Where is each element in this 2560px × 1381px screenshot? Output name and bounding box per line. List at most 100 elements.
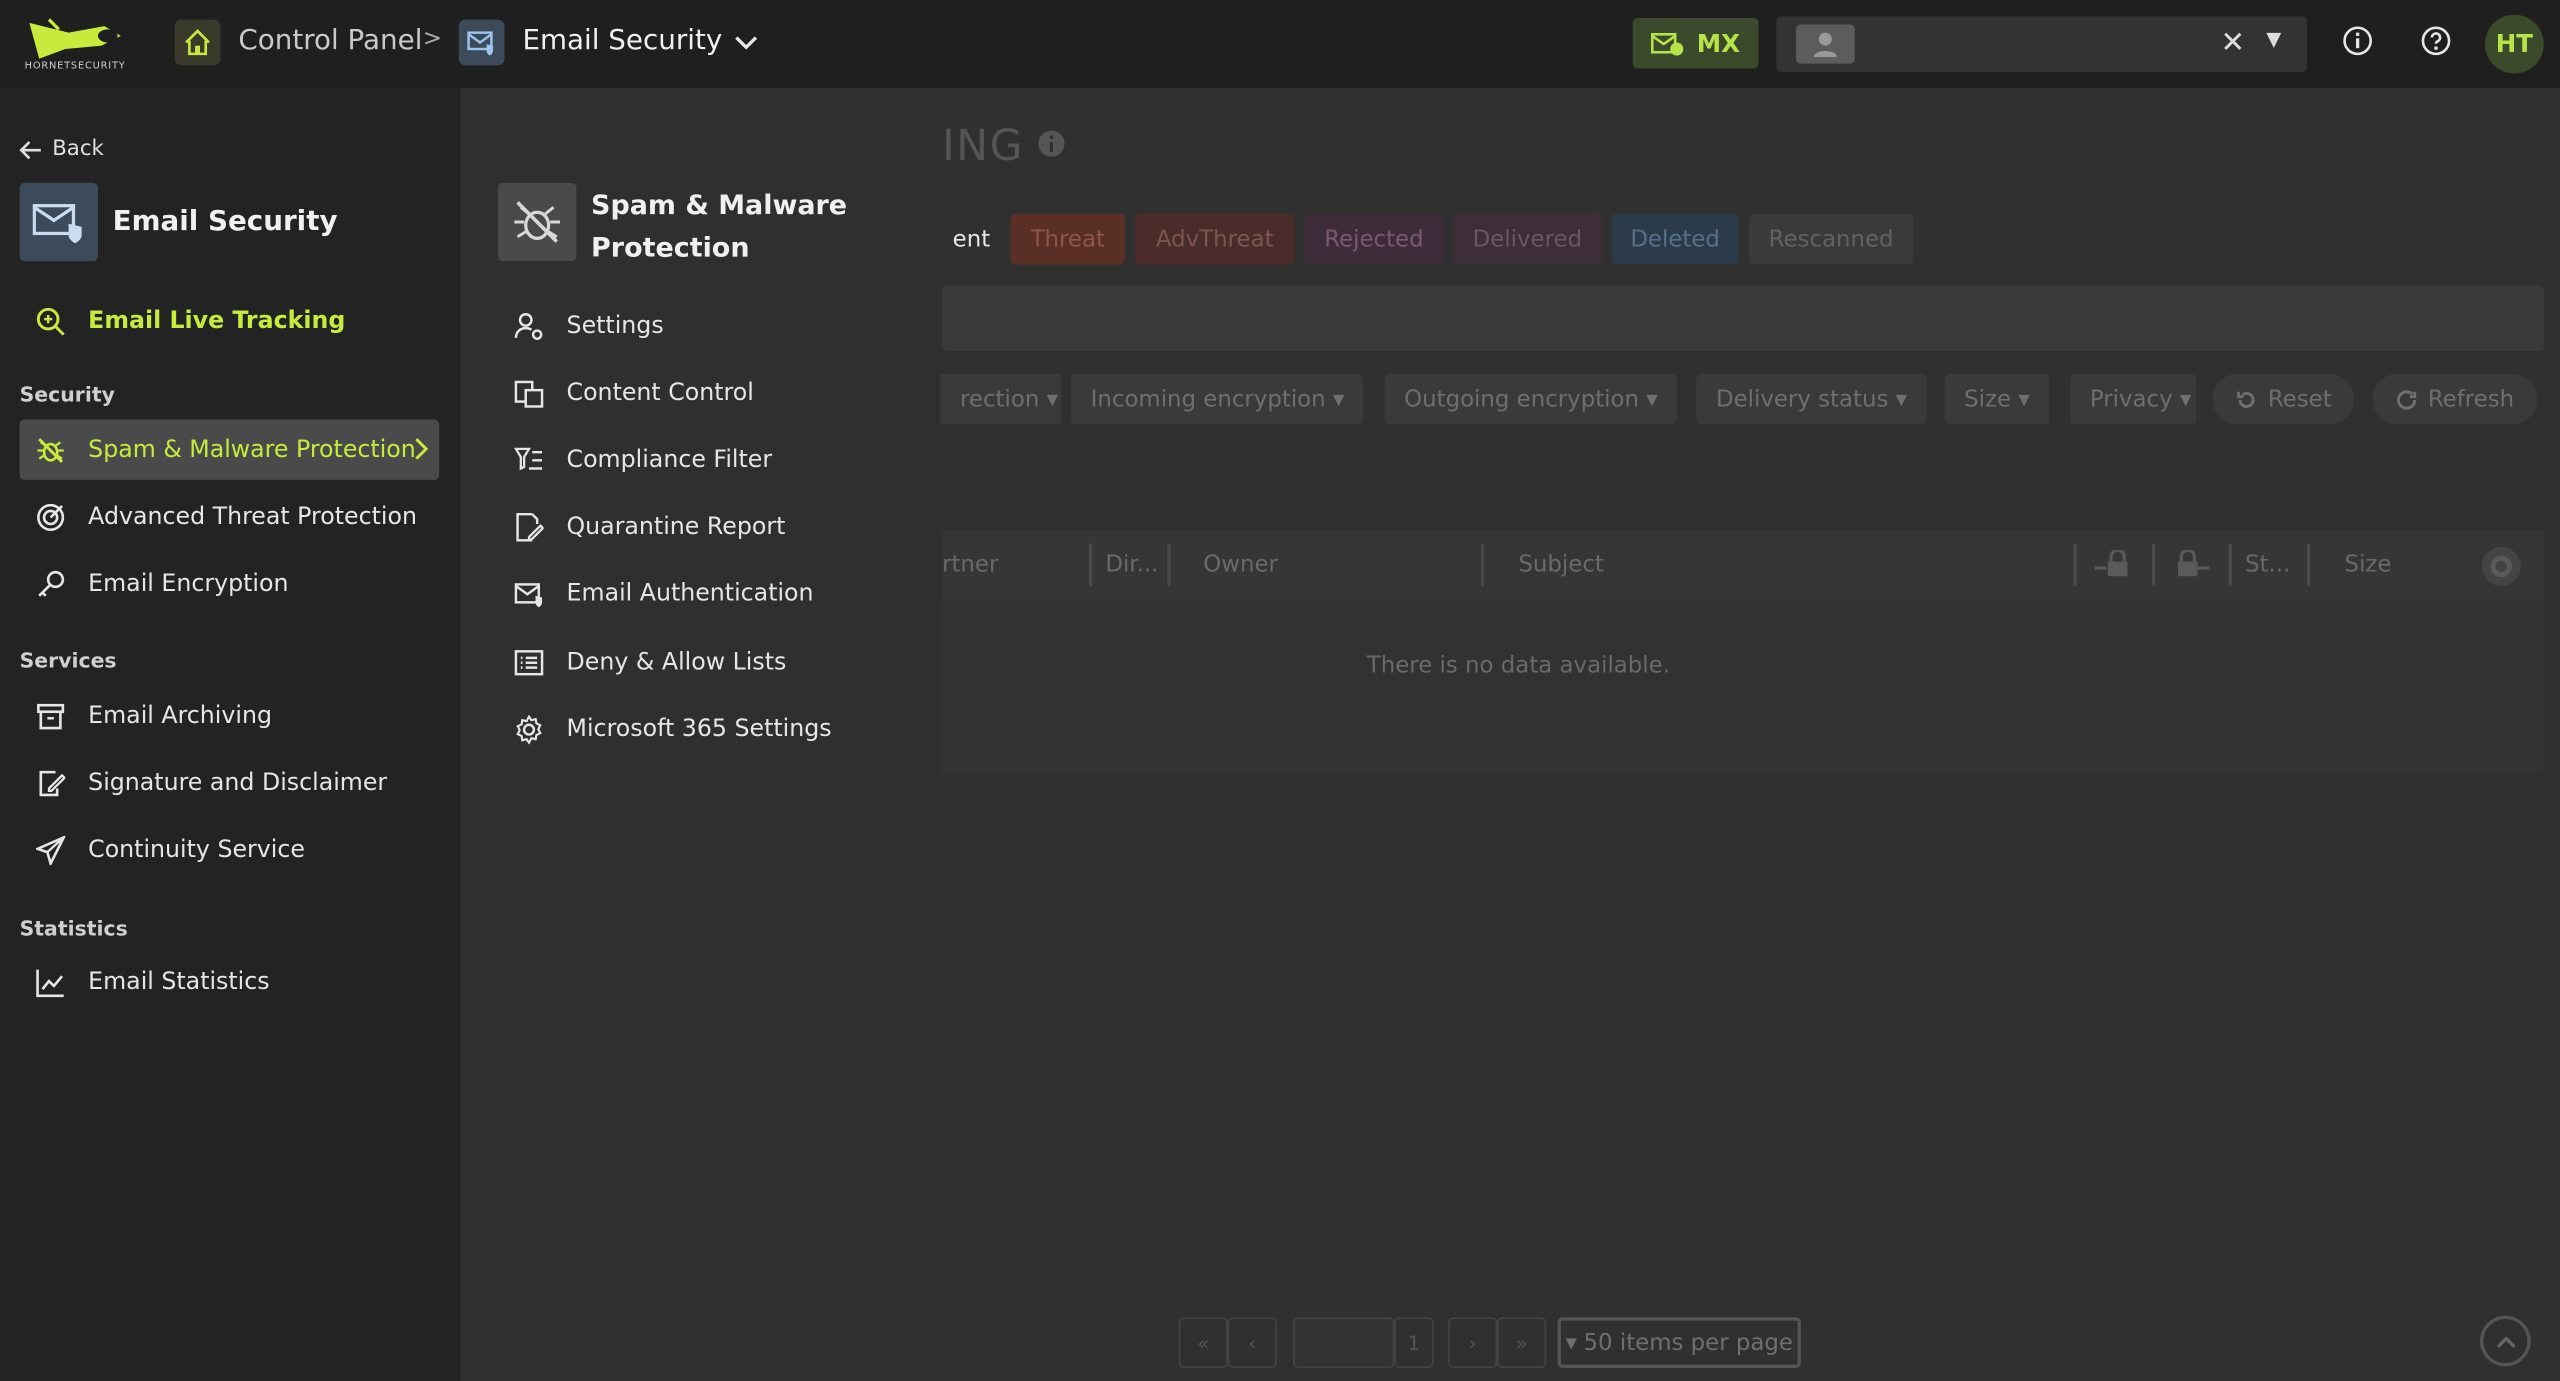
scroll-top-button[interactable] — [2480, 1315, 2531, 1367]
col-size[interactable]: Size — [2345, 552, 2392, 578]
chevron-right-icon — [415, 438, 429, 460]
submenu-microsoft-365-settings[interactable]: Microsoft 365 Settings — [514, 705, 832, 754]
mail-shield-icon — [514, 583, 543, 608]
left-navigation: Back Email Security Email Live Tracking … — [0, 88, 461, 1381]
table-body: There is no data available. — [942, 599, 2544, 773]
submenu-panel: Spam & Malware Protection Settings Conte… — [478, 88, 941, 1381]
bug-off-icon — [37, 437, 64, 463]
reset-button[interactable]: Reset — [2212, 373, 2355, 425]
bug-off-icon — [514, 201, 561, 243]
key-icon — [38, 570, 65, 596]
edit-document-icon — [39, 770, 66, 796]
home-icon — [185, 29, 210, 56]
submenu-email-authentication[interactable]: Email Authentication — [514, 570, 814, 619]
nav-email-archiving[interactable]: Email Archiving — [20, 686, 440, 746]
customer-avatar — [1795, 24, 1855, 64]
content-copy-icon — [514, 380, 544, 408]
submenu-settings[interactable]: Settings — [514, 302, 664, 351]
col-status[interactable]: St... — [2245, 552, 2290, 578]
email-shield-icon — [467, 31, 494, 56]
incoming-lock-icon[interactable] — [2094, 550, 2131, 579]
nav-spam-malware-protection[interactable]: Spam & Malware Protection — [19, 419, 440, 480]
last-page-button[interactable]: » — [1497, 1317, 1547, 1368]
email-security-tile — [19, 182, 98, 262]
user-avatar[interactable]: HT — [2484, 14, 2544, 74]
status-chip-deleted[interactable]: Deleted — [1611, 213, 1739, 265]
prev-page-button[interactable]: ‹ — [1227, 1317, 1277, 1368]
col-direction[interactable]: Dir... — [1105, 552, 1158, 578]
arrow-left-icon — [19, 140, 41, 159]
person-icon — [1813, 32, 1837, 58]
chart-line-icon — [36, 968, 64, 997]
table-header: rtner Dir... Owner Subject St... Size — [942, 530, 2544, 600]
nav-continuity-service[interactable]: Continuity Service — [20, 819, 440, 879]
nav-email-live-tracking[interactable]: Email Live Tracking — [20, 291, 440, 351]
next-page-button[interactable]: › — [1448, 1317, 1498, 1368]
filter-size[interactable]: Size ▾ — [1944, 373, 2050, 425]
clear-icon[interactable]: ✕ — [2220, 26, 2245, 60]
filter-outgoing-encryption[interactable]: Outgoing encryption ▾ — [1384, 373, 1678, 425]
reset-icon — [2236, 390, 2255, 408]
customer-search[interactable]: ✕ ▼ — [1776, 16, 2308, 72]
user-gear-icon — [514, 313, 543, 340]
filter-list-icon — [514, 447, 543, 471]
breadcrumb-email-security[interactable]: Email Security — [522, 24, 722, 57]
status-chip-rescanned[interactable]: Rescanned — [1748, 213, 1914, 265]
email-security-breadcrumb-icon[interactable] — [458, 19, 505, 66]
dropdown-caret-icon[interactable]: ▼ — [2266, 28, 2281, 51]
status-chip[interactable]: ent — [942, 214, 1001, 265]
refresh-button[interactable]: Refresh — [2372, 373, 2538, 425]
info-icon[interactable] — [2341, 24, 2374, 57]
status-chip-delivered[interactable]: Delivered — [1453, 213, 1602, 265]
submenu-content-control[interactable]: Content Control — [514, 369, 754, 418]
mx-button[interactable]: MX — [1632, 17, 1759, 69]
nav-email-encryption[interactable]: Email Encryption — [20, 553, 440, 613]
search-field[interactable] — [942, 285, 2544, 351]
mail-check-icon — [1651, 32, 1684, 55]
filter-privacy[interactable]: Privacy ▾ — [2070, 373, 2196, 425]
status-chip-rejected[interactable]: Rejected — [1304, 213, 1444, 265]
section-services: Services — [19, 648, 117, 673]
target-icon — [37, 503, 65, 531]
page-total: 1 — [1394, 1317, 1434, 1368]
hornetsecurity-logo[interactable]: HORNETSECURITY — [20, 13, 131, 75]
refresh-icon — [2396, 389, 2417, 409]
chevron-down-icon[interactable] — [733, 33, 759, 53]
submenu-quarantine-report[interactable]: Quarantine Report — [514, 503, 785, 552]
archive-icon — [37, 703, 65, 729]
status-chip-advthreat[interactable]: AdvThreat — [1134, 213, 1295, 265]
home-button[interactable] — [174, 19, 221, 66]
status-chip-threat[interactable]: Threat — [1010, 213, 1125, 265]
page-input[interactable] — [1293, 1317, 1395, 1368]
nav-title: Email Security — [112, 205, 338, 239]
col-owner[interactable]: Owner — [1203, 552, 1278, 578]
submenu-title: Spam & Malware Protection — [591, 189, 848, 263]
chevron-up-icon — [2496, 1335, 2515, 1348]
zoom-icon — [36, 307, 65, 335]
first-page-button[interactable]: « — [1178, 1317, 1228, 1368]
nav-advanced-threat-protection[interactable]: Advanced Threat Protection — [20, 486, 440, 546]
outgoing-lock-icon[interactable] — [2175, 550, 2211, 579]
nav-email-statistics[interactable]: Email Statistics — [20, 952, 440, 1012]
col-subject[interactable]: Subject — [1518, 552, 1603, 578]
help-icon[interactable] — [2420, 24, 2453, 57]
top-bar: HORNETSECURITY Control Panel > Email Sec… — [0, 0, 2560, 89]
nav-signature-disclaimer[interactable]: Signature and Disclaimer — [20, 753, 440, 813]
section-statistics: Statistics — [19, 915, 128, 941]
spam-malware-tile — [497, 182, 577, 262]
section-security: Security — [19, 381, 115, 407]
list-icon — [514, 650, 544, 676]
logo-text: HORNETSECURITY — [24, 60, 126, 72]
breadcrumb-control-panel[interactable]: Control Panel — [238, 24, 422, 57]
submenu-compliance-filter[interactable]: Compliance Filter — [514, 436, 772, 485]
empty-state: There is no data available. — [1366, 652, 1670, 680]
back-button[interactable]: Back — [19, 137, 104, 162]
submenu-deny-allow-lists[interactable]: Deny & Allow Lists — [514, 638, 786, 687]
filter-delivery-status[interactable]: Delivery status ▾ — [1696, 373, 1927, 425]
gear-icon — [516, 714, 542, 745]
items-per-page-select[interactable]: ▾ 50 items per page — [1557, 1317, 1801, 1368]
hornet-logo-icon — [29, 18, 121, 59]
column-settings-gear-icon[interactable] — [2480, 545, 2522, 587]
col-partner[interactable]: rtner — [942, 552, 998, 578]
filter-incoming-encryption[interactable]: Incoming encryption ▾ — [1071, 373, 1364, 425]
